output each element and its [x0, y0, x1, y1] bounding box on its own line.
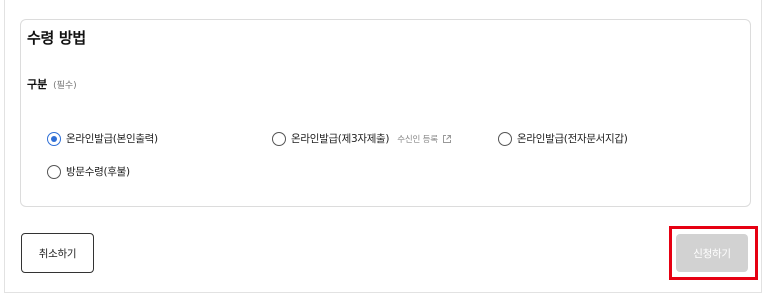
- radio-label: 방문수령(후불): [66, 166, 130, 178]
- radio-circle: [47, 164, 61, 179]
- cancel-button[interactable]: 취소하기: [21, 233, 94, 273]
- apply-button-highlight: [669, 226, 758, 280]
- radio-label: 온라인발급(제3자제출): [291, 133, 390, 145]
- radio-circle: [272, 131, 286, 146]
- field-label: 구분 (필수): [27, 76, 77, 92]
- field-label-text: 구분: [27, 78, 48, 91]
- radio-circle-checked: [47, 131, 61, 146]
- radio-dot: [51, 135, 57, 142]
- required-note: (필수): [53, 81, 77, 91]
- radio-online-self-print[interactable]: 온라인발급(본인출력): [47, 131, 158, 146]
- radio-online-third-party[interactable]: 온라인발급(제3자제출) 수신인 등록: [272, 131, 452, 146]
- radio-visit-pickup[interactable]: 방문수령(후불): [47, 164, 130, 179]
- radio-circle: [498, 131, 512, 146]
- radio-label: 온라인발급(본인출력): [66, 133, 158, 145]
- recipient-register-link[interactable]: 수신인 등록: [397, 133, 438, 145]
- external-link-icon[interactable]: [442, 134, 452, 144]
- radio-online-e-wallet[interactable]: 온라인발급(전자문서지갑): [498, 131, 628, 146]
- section-title: 수령 방법: [27, 29, 86, 47]
- radio-label: 온라인발급(전자문서지갑): [517, 133, 628, 145]
